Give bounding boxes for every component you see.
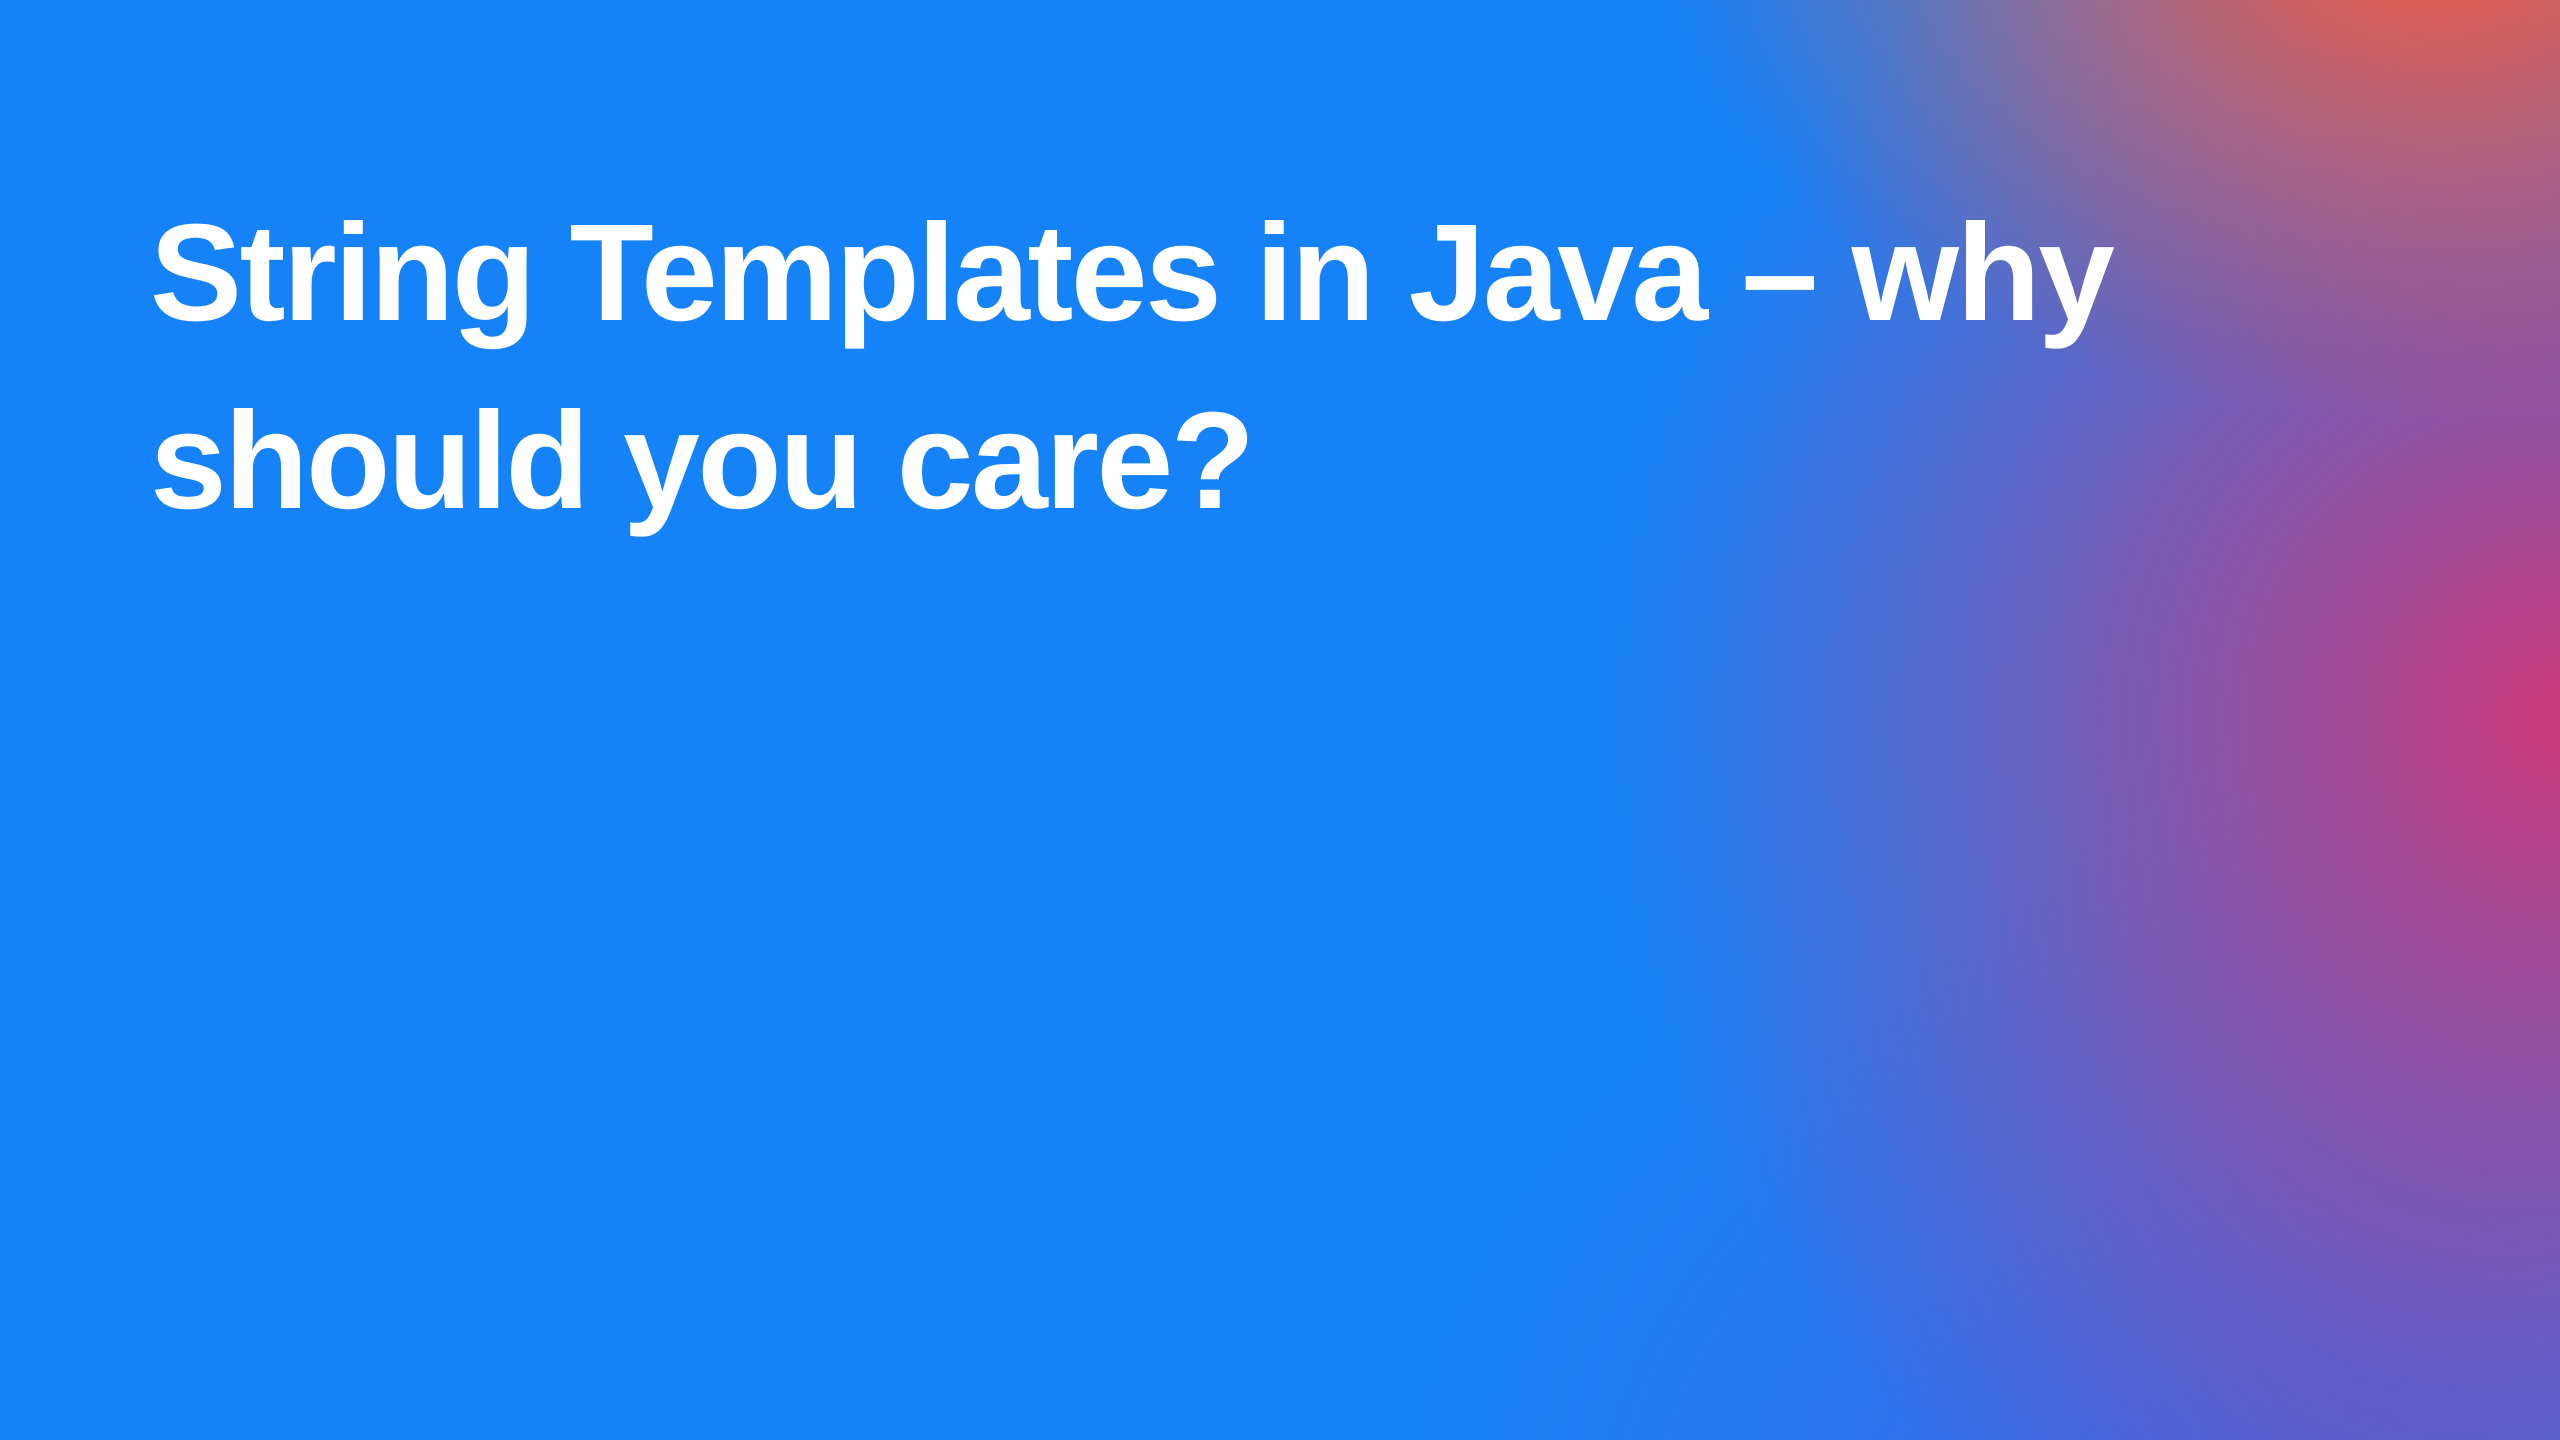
slide-container: String Templates in Java – why should yo… [0,0,2560,1440]
page-title: String Templates in Java – why should yo… [150,180,2250,555]
